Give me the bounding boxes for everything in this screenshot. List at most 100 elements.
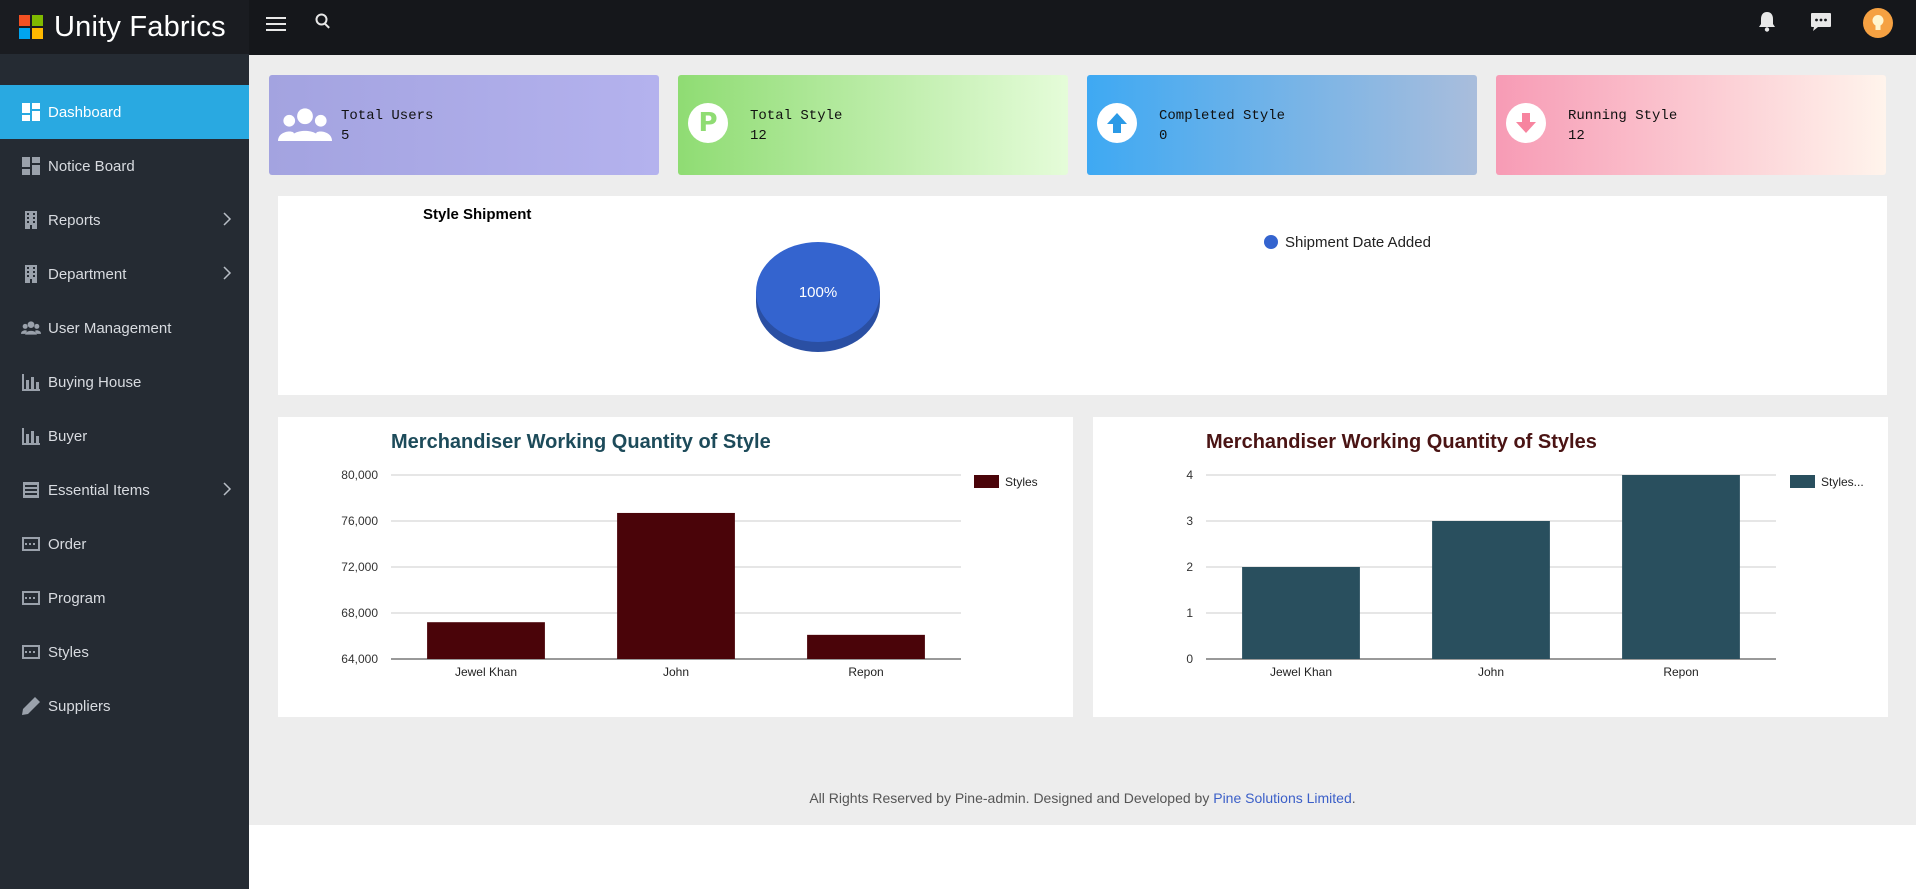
sidebar-item-label: Department [48, 265, 127, 283]
sidebar-item-label: Styles [48, 643, 89, 661]
y-tick-label: 72,000 [341, 560, 378, 574]
bar [1622, 475, 1740, 659]
logo-square [19, 28, 30, 39]
bar-chart-icon [20, 371, 42, 393]
pencil-icon [20, 695, 42, 717]
chat-icon[interactable] [1809, 11, 1833, 33]
stat-card-completed-style: Completed Style 0 [1087, 75, 1477, 175]
x-tick-label: Repon [848, 665, 883, 679]
y-tick-label: 0 [1186, 652, 1193, 666]
stat-value: 12 [1568, 128, 1585, 144]
sidebar-item-notice-board[interactable]: Notice Board [0, 139, 249, 193]
x-tick-label: Jewel Khan [1270, 665, 1332, 679]
bell-icon[interactable] [1756, 11, 1778, 33]
arrow-down-circle-icon [1506, 103, 1546, 143]
legend-label: Styles... [1821, 475, 1864, 489]
brand-logo [19, 15, 43, 39]
legend-swatch [1264, 235, 1278, 249]
list-icon [20, 479, 42, 501]
bar [807, 634, 925, 659]
y-tick-label: 4 [1186, 468, 1193, 482]
card-icon [20, 641, 42, 663]
chevron-right-icon [219, 481, 235, 497]
sidebar-item-essential-items[interactable]: Essential Items [0, 463, 249, 517]
chart-title: Merchandiser Working Quantity of Style [391, 431, 771, 453]
bar-chart-icon [20, 425, 42, 447]
bar [1242, 567, 1360, 659]
stat-label: Total Style [750, 108, 843, 124]
bar-chart-styles-quantity: Merchandiser Working Quantity of Styles 0… [1186, 431, 1864, 679]
stat-card-total-users: Total Users 5 [269, 75, 659, 175]
stat-value: 12 [750, 128, 767, 144]
sidebar-item-label: Essential Items [48, 481, 150, 499]
x-tick-label: John [1478, 665, 1504, 679]
stat-card-total-style: P Total Style 12 [678, 75, 1068, 175]
search-icon[interactable] [313, 11, 333, 31]
sidebar-item-dashboard[interactable]: Dashboard [0, 85, 249, 139]
menu-icon[interactable] [265, 13, 287, 35]
x-tick-label: Repon [1663, 665, 1698, 679]
card-icon [20, 533, 42, 555]
building-icon [20, 209, 42, 231]
x-tick-label: Jewel Khan [455, 665, 517, 679]
footer: All Rights Reserved by Pine-admin. Desig… [249, 790, 1916, 806]
chart-title: Merchandiser Working Quantity of Styles [1206, 431, 1597, 453]
arrow-up-circle-icon [1097, 103, 1137, 143]
y-tick-label: 2 [1186, 560, 1193, 574]
logo-square [32, 28, 43, 39]
sidebar-item-label: Notice Board [48, 157, 135, 175]
sidebar-menu: Dashboard Notice Board Reports Department Us… [0, 85, 249, 733]
sidebar-item-suppliers[interactable]: Suppliers [0, 679, 249, 733]
dashboard-icon [20, 155, 42, 177]
card-icon [20, 587, 42, 609]
chevron-right-icon [219, 265, 235, 281]
page-bottom [249, 825, 1916, 889]
bar-chart-style-quantity: Merchandiser Working Quantity of Style 64… [341, 431, 1038, 679]
bar [617, 512, 735, 659]
stat-label: Completed Style [1159, 108, 1286, 124]
sidebar-item-program[interactable]: Program [0, 571, 249, 625]
topbar [249, 0, 1916, 55]
legend-label: Styles [1005, 475, 1038, 489]
brand[interactable]: Unity Fabrics [0, 0, 249, 54]
sidebar-item-label: User Management [48, 319, 172, 337]
footer-period: . [1351, 790, 1356, 806]
sidebar-item-user-management[interactable]: User Management [0, 301, 249, 355]
stat-label: Total Users [341, 108, 434, 124]
sidebar-item-department[interactable]: Department [0, 247, 249, 301]
pie-chart-title: Style Shipment [423, 206, 532, 223]
users-icon [20, 317, 42, 339]
styles-quantity-panel: Merchandiser Working Quantity of Styles 0… [1093, 417, 1888, 717]
y-tick-label: 68,000 [341, 606, 378, 620]
p-letter-icon: P [688, 103, 728, 143]
stat-label: Running Style [1568, 108, 1678, 124]
sidebar-item-label: Buyer [48, 427, 88, 445]
sidebar-item-styles[interactable]: Styles [0, 625, 249, 679]
sidebar-item-reports[interactable]: Reports [0, 193, 249, 247]
sidebar-item-buying-house[interactable]: Buying House [0, 355, 249, 409]
stat-value: 0 [1159, 128, 1168, 144]
sidebar-item-buyer[interactable]: Buyer [0, 409, 249, 463]
legend-swatch [974, 475, 999, 488]
bar [427, 622, 545, 659]
style-quantity-panel: Merchandiser Working Quantity of Style 64… [278, 417, 1073, 717]
y-tick-label: 80,000 [341, 468, 378, 482]
users-icon [277, 103, 333, 143]
style-shipment-panel: Style Shipment 100% Shipment Date Added [278, 196, 1887, 395]
chevron-right-icon [219, 211, 235, 227]
y-tick-label: 3 [1186, 514, 1193, 528]
sidebar-item-label: Dashboard [48, 103, 122, 121]
footer-text: All Rights Reserved by Pine-admin. Desig… [809, 790, 1214, 806]
avatar[interactable] [1863, 8, 1893, 38]
sidebar-item-order[interactable]: Order [0, 517, 249, 571]
sidebar-item-label: Reports [48, 211, 101, 229]
pie-chart: 100% Shipment Date Added [756, 234, 1431, 352]
building-icon [20, 263, 42, 285]
sidebar-item-label: Buying House [48, 373, 142, 391]
footer-link[interactable]: Pine Solutions Limited [1213, 790, 1352, 806]
x-tick-label: John [663, 665, 689, 679]
stat-value: 5 [341, 128, 350, 144]
sidebar: Unity Fabrics Dashboard Notice Board Repor… [0, 0, 249, 889]
brand-title: Unity Fabrics [54, 10, 226, 43]
sidebar-item-label: Program [48, 589, 106, 607]
